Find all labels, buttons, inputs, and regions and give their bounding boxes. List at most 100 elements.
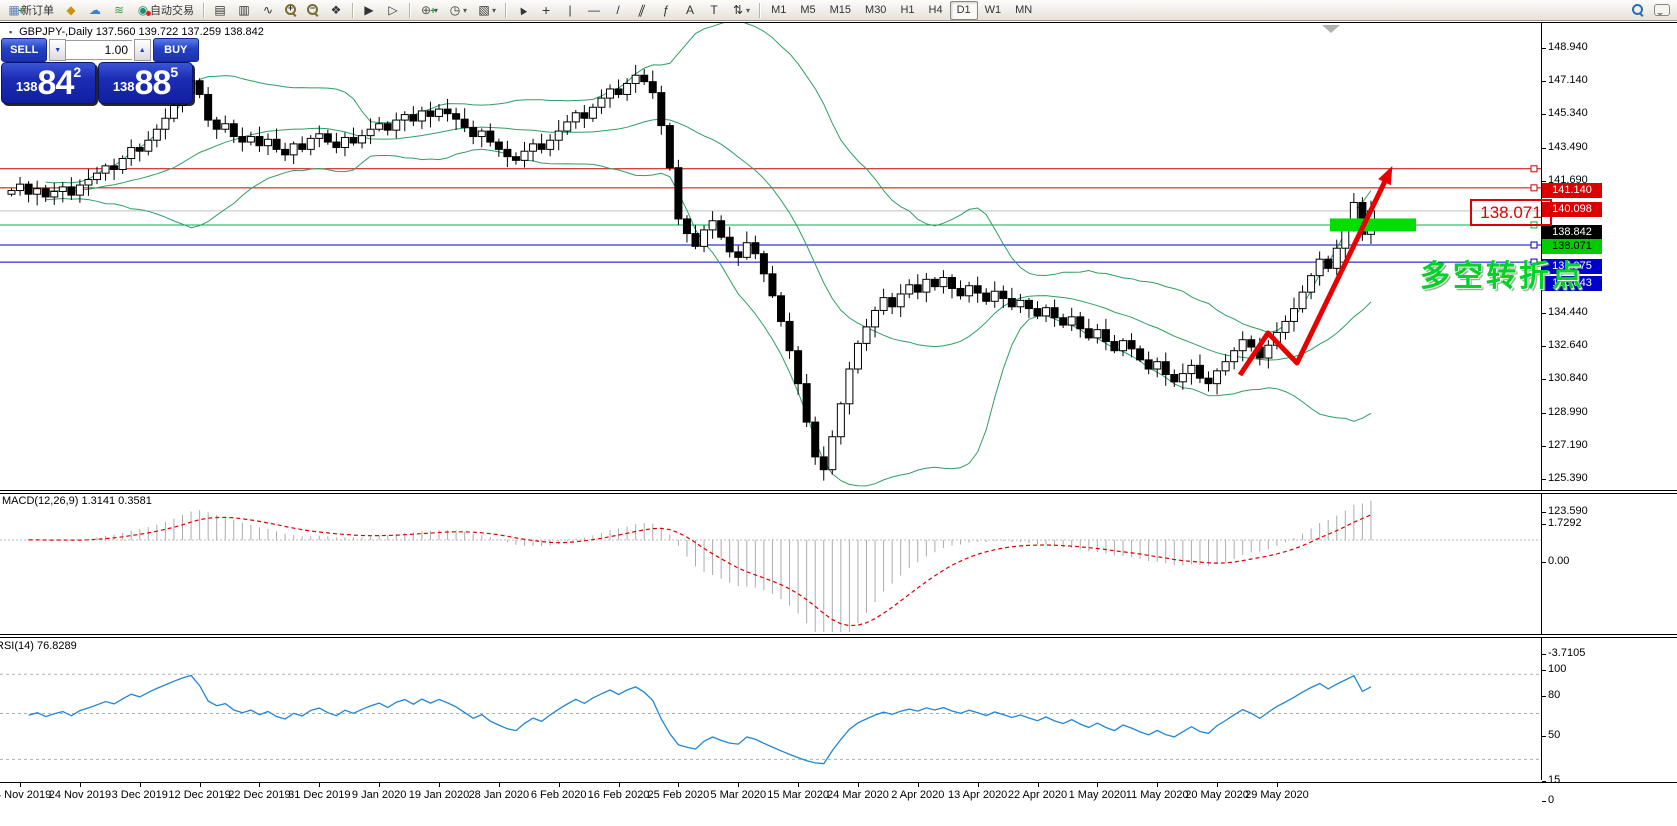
auto-scroll-button[interactable]: ▶ (358, 0, 380, 21)
macd-chart[interactable] (0, 494, 1541, 634)
trendline-tool-button[interactable]: / (607, 0, 629, 21)
timeframe-button-mn[interactable]: MN (1008, 1, 1039, 20)
turning-point-annotation[interactable]: 多空转折点 (1420, 251, 1585, 295)
date-axis-label: 22 Dec 2019 (228, 789, 290, 801)
timeframe-button-m1[interactable]: M1 (764, 1, 793, 20)
new-order-button[interactable]: ▦ 新订单 (3, 0, 58, 21)
signals-button[interactable]: ≋ (108, 0, 130, 21)
rsi-chart[interactable] (0, 638, 1541, 780)
price-annotation-label[interactable]: 138.071 (1470, 199, 1552, 226)
candle-body (521, 151, 528, 160)
candles[interactable] (8, 65, 1374, 481)
zoom-in-button[interactable]: + (281, 0, 301, 21)
bollinger-low-band[interactable] (46, 149, 1371, 486)
search-button[interactable] (1628, 0, 1648, 21)
candle-body (350, 137, 357, 142)
candle-body (991, 291, 998, 301)
timeframe-button-h4[interactable]: H4 (922, 1, 950, 20)
panel-separator[interactable] (0, 490, 1677, 494)
templates-button[interactable]: ▧▾ (473, 0, 500, 21)
dropdown-arrow-icon: ▾ (492, 6, 496, 15)
volume-decrease-button[interactable]: ▼ (49, 39, 66, 61)
price-tick-label: 128.990 (1548, 406, 1588, 418)
timeframe-button-m15[interactable]: M15 (823, 1, 858, 20)
time-axis[interactable]: 14 Nov 201924 Nov 20193 Dec 201912 Dec 2… (0, 782, 1677, 805)
date-tick (379, 783, 380, 787)
candle-body (760, 254, 767, 274)
cursor-tool-button[interactable]: ▲ (511, 0, 533, 21)
chart-shift-button[interactable]: ▷ (382, 0, 404, 21)
candle-body (487, 131, 494, 142)
buy-price-tile[interactable]: 138 88 5 (98, 62, 193, 104)
rsi-panel[interactable] (0, 638, 1677, 780)
cloud-button[interactable]: ☁ (84, 0, 106, 21)
line-chart-icon: ∿ (261, 3, 275, 17)
rsi-tick-label: 0 (1548, 794, 1554, 806)
candle-body (68, 187, 75, 195)
vertical-line-tool-button[interactable]: | (559, 0, 581, 21)
fibonacci-tool-button[interactable]: ƒ (655, 0, 677, 21)
level-line-anchor[interactable] (1531, 242, 1537, 248)
line-chart-button[interactable]: ∿ (257, 0, 279, 21)
timeframe-button-h1[interactable]: H1 (893, 1, 921, 20)
candlestick-chart-button[interactable]: ▥ (233, 0, 255, 21)
crosshair-tool-button[interactable]: + (535, 0, 557, 21)
buy-button[interactable]: BUY (153, 38, 199, 62)
candle-body (1291, 309, 1298, 322)
sell-price-tile[interactable]: 138 84 2 (1, 62, 96, 104)
signal-icon: ≋ (112, 3, 126, 17)
chart-shift-marker[interactable] (1322, 25, 1340, 33)
level-line-anchor[interactable] (1531, 166, 1537, 172)
bar-chart-button[interactable]: ▤ (209, 0, 231, 21)
equidistant-channel-icon: ∥ (632, 3, 651, 17)
bollinger-up-band[interactable] (46, 23, 1371, 333)
macd-panel[interactable] (0, 494, 1677, 634)
candle-body (1325, 259, 1332, 268)
volume-increase-button[interactable]: ▲ (134, 39, 151, 61)
candle-body (718, 221, 725, 237)
panel-separator[interactable] (0, 634, 1677, 638)
volume-input[interactable] (66, 40, 132, 60)
sell-price-big: 84 (38, 66, 74, 100)
periods-button[interactable]: ◷▾ (444, 0, 471, 21)
level-line-anchor[interactable] (1531, 185, 1537, 191)
candle-body (880, 298, 887, 311)
equidistant-channel-tool-button[interactable]: ∥ (631, 0, 653, 21)
chart-symbol-period: GBPJPY-,Daily (19, 26, 93, 38)
candle-body (324, 134, 331, 142)
chat-button[interactable] (1650, 0, 1674, 21)
candle-body (1025, 300, 1032, 308)
indicators-button[interactable]: ⊕▾ (415, 0, 442, 21)
candle-body (273, 139, 280, 149)
candlestick-chart[interactable] (0, 23, 1541, 490)
gold-icon: ◆ (64, 3, 78, 17)
candle-body (1085, 329, 1092, 338)
auto-trading-button[interactable]: ◉ 自动交易 (132, 0, 198, 21)
price-axis[interactable]: 148.940147.140145.340143.490141.690134.4… (1541, 23, 1677, 826)
tile-windows-button[interactable]: ❖ (325, 0, 347, 21)
text-label-tool-button[interactable]: T (703, 0, 725, 21)
timeframe-button-m5[interactable]: M5 (793, 1, 822, 20)
bollinger-mid-band[interactable] (46, 119, 1371, 360)
candle-body (1239, 340, 1246, 351)
candle-body (307, 138, 314, 149)
timeframe-button-m30[interactable]: M30 (858, 1, 893, 20)
candle-body (906, 285, 913, 294)
candle-body (1171, 375, 1178, 382)
rsi-label: RSI(14) 76.8289 (0, 640, 77, 652)
horizontal-line-tool-button[interactable]: — (583, 0, 605, 21)
mt4-window: { "toolbar": { "new_order_label": "新订单",… (0, 0, 1677, 803)
timeframe-button-d1[interactable]: D1 (950, 1, 978, 20)
text-tool-button[interactable]: A (679, 0, 701, 21)
date-axis-label: 3 Dec 2019 (112, 789, 168, 801)
zoom-out-button[interactable]: − (303, 0, 323, 21)
date-axis-label: 24 Mar 2020 (827, 789, 889, 801)
sell-button[interactable]: SELL (1, 38, 47, 62)
gold-chart-button[interactable]: ◆ (60, 0, 82, 21)
candle-body (85, 180, 92, 185)
arrows-tool-button[interactable]: ⇅▾ (727, 0, 754, 21)
support-zone-highlight[interactable] (1330, 218, 1416, 231)
candle-body (34, 189, 41, 194)
candle-body (1043, 308, 1050, 316)
timeframe-button-w1[interactable]: W1 (978, 1, 1009, 20)
